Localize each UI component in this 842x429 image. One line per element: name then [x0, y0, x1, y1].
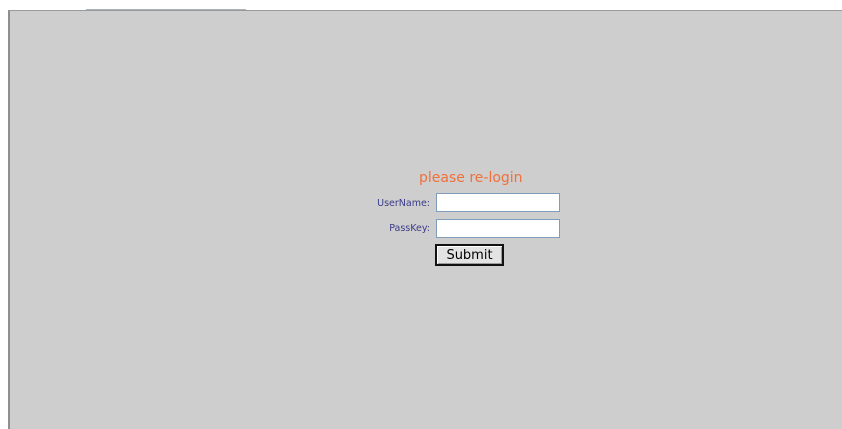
page: please re-login UserName: PassKey: Submi… [0, 0, 842, 429]
username-input[interactable] [436, 193, 560, 212]
content-frame [8, 10, 842, 429]
passkey-input[interactable] [436, 219, 560, 238]
username-label: UserName: [377, 198, 430, 209]
login-title: please re-login [419, 170, 523, 186]
submit-button[interactable]: Submit [435, 244, 504, 266]
passkey-label: PassKey: [389, 223, 430, 234]
